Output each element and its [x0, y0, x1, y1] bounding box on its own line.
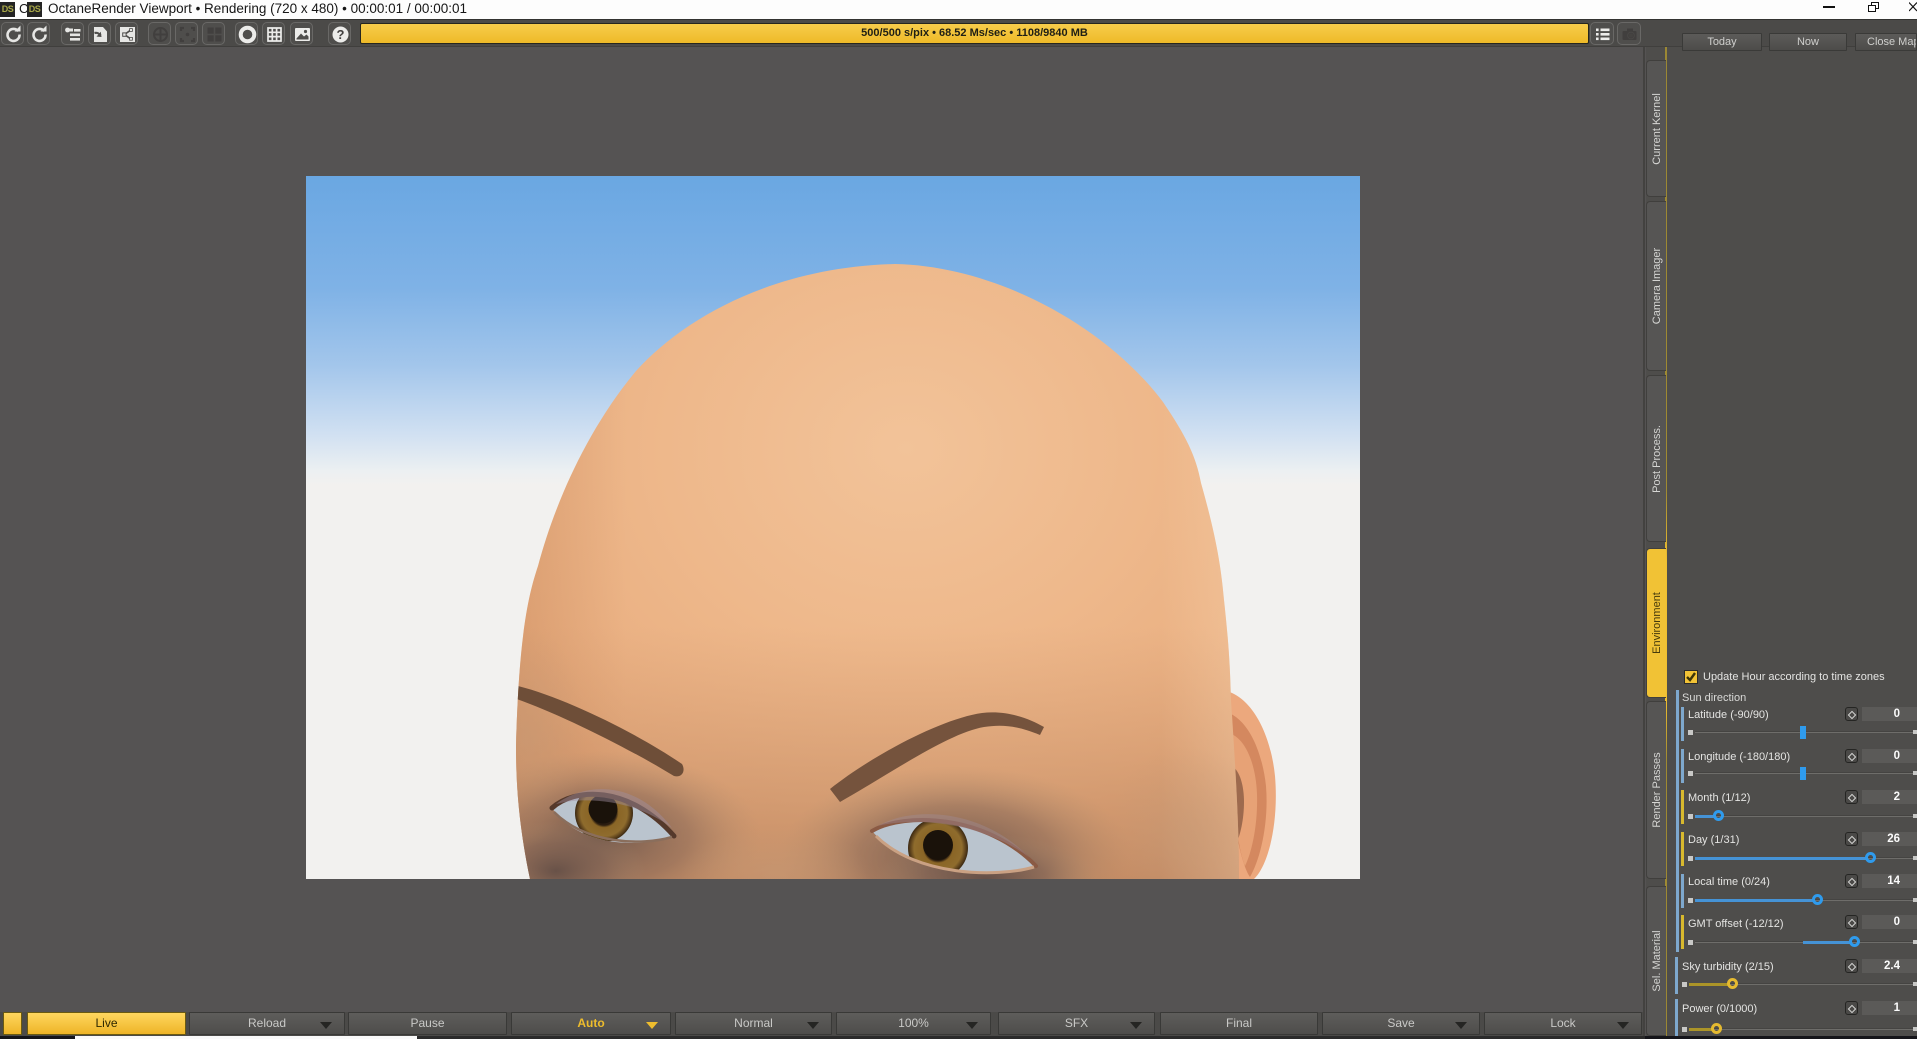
svg-text:?: ?: [337, 27, 345, 42]
